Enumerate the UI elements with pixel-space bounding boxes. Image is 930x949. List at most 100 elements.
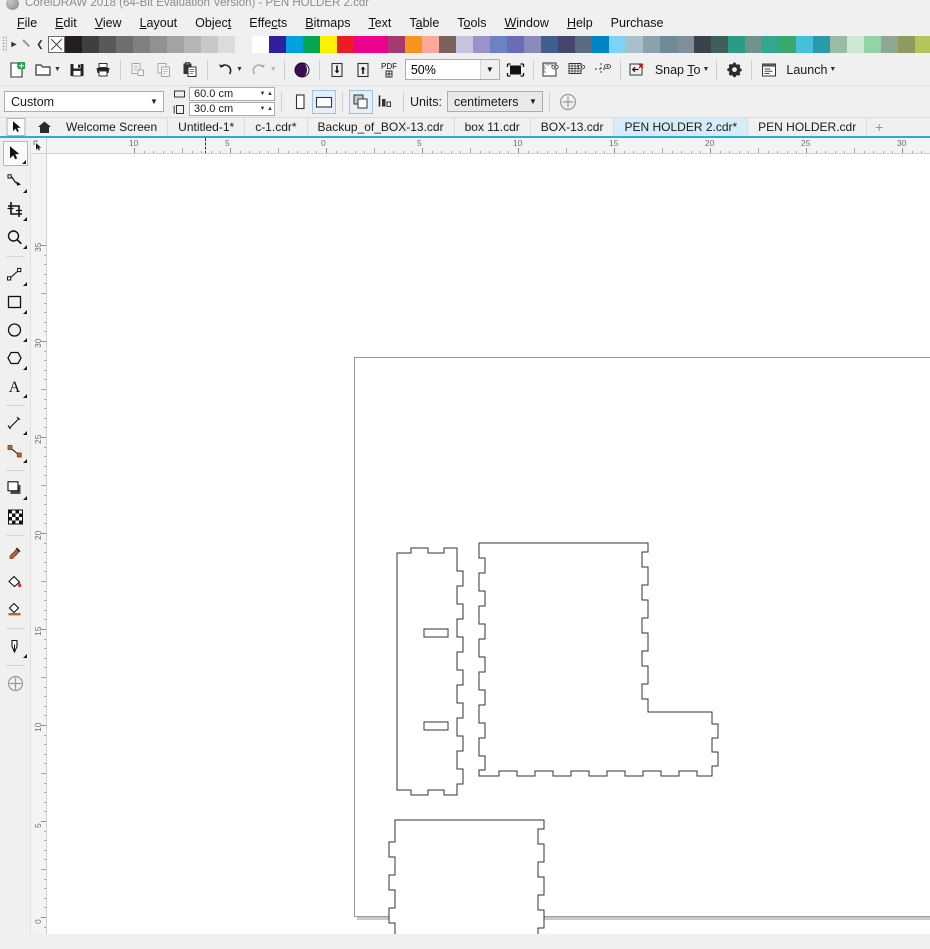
palette-swatch[interactable]	[524, 35, 541, 53]
palette-swatch[interactable]	[609, 35, 626, 53]
palette-swatch[interactable]	[303, 35, 320, 53]
menu-help[interactable]: Help	[558, 14, 602, 32]
palette-swatch[interactable]	[371, 35, 388, 53]
palette-drag-grip[interactable]	[2, 36, 7, 52]
shape-tool[interactable]	[3, 169, 28, 194]
menu-window[interactable]: Window	[495, 14, 557, 32]
palette-swatch[interactable]	[762, 35, 779, 53]
menu-file[interactable]: FFileile	[8, 14, 46, 32]
page-height-spinner[interactable]: ▼ ▲	[259, 103, 273, 115]
palette-swatch[interactable]	[558, 35, 575, 53]
palette-swatch[interactable]	[252, 35, 269, 53]
palette-swatch[interactable]	[150, 35, 167, 53]
parallel-dimension-tool[interactable]	[3, 411, 28, 436]
ellipse-tool[interactable]	[3, 318, 28, 343]
fill-tool[interactable]	[3, 671, 28, 696]
menu-layout[interactable]: Layout	[131, 14, 187, 32]
rectangle-tool[interactable]	[3, 290, 28, 315]
options-button[interactable]	[721, 57, 747, 83]
palette-eyedropper-icon[interactable]	[21, 37, 33, 51]
crop-tool-flyout-icon[interactable]	[22, 217, 27, 221]
orientation-portrait-button[interactable]	[288, 90, 312, 114]
document-tab-box-11[interactable]: box 11.cdr	[455, 118, 531, 136]
page-height-field[interactable]: 30.0 cm ▼ ▲	[189, 102, 275, 116]
menu-bitmaps[interactable]: Bitmaps	[296, 14, 359, 32]
tab-pick-tool-icon[interactable]	[0, 118, 32, 136]
document-tab-backup-of-box-13[interactable]: Backup_of_BOX-13.cdr	[308, 118, 455, 136]
undo-button[interactable]	[212, 57, 238, 83]
palette-swatch[interactable]	[711, 35, 728, 53]
palette-swatch[interactable]	[320, 35, 337, 53]
document-tab-c-1[interactable]: c-1.cdr*	[245, 118, 308, 136]
page-preset-dropdown-icon[interactable]: ▼	[145, 97, 163, 106]
snap-to-label[interactable]: Snap To	[651, 63, 705, 77]
palette-swatch[interactable]	[490, 35, 507, 53]
import-button[interactable]	[324, 57, 350, 83]
document-tab-welcome-screen[interactable]: Welcome Screen	[56, 118, 169, 136]
palette-swatch[interactable]	[388, 35, 405, 53]
units-select[interactable]: centimeters ▼	[446, 91, 543, 112]
text-tool-flyout-icon[interactable]	[22, 394, 27, 398]
palette-swatch[interactable]	[439, 35, 456, 53]
palette-swatch-list[interactable]	[65, 35, 930, 53]
zoom-tool-flyout-icon[interactable]	[22, 245, 27, 249]
palette-swatch[interactable]	[354, 35, 371, 53]
launch-button[interactable]	[756, 57, 782, 83]
freehand-tool-flyout-icon[interactable]	[22, 282, 27, 286]
palette-swatch[interactable]	[201, 35, 218, 53]
palette-swatch[interactable]	[779, 35, 796, 53]
no-color-swatch[interactable]	[48, 35, 65, 53]
palette-swatch[interactable]	[830, 35, 847, 53]
snap-to-icon[interactable]	[625, 57, 651, 83]
orientation-landscape-button[interactable]	[312, 89, 336, 114]
text-tool[interactable]: A	[3, 374, 28, 399]
drop-shadow-tool[interactable]	[3, 476, 28, 501]
palette-swatch[interactable]	[184, 35, 201, 53]
palette-swatch[interactable]	[915, 35, 930, 53]
palette-swatch[interactable]	[898, 35, 915, 53]
palette-swatch[interactable]	[677, 35, 694, 53]
palette-scroll-left-icon[interactable]: ❮	[35, 39, 45, 50]
paste-button[interactable]	[177, 57, 203, 83]
palette-swatch[interactable]	[728, 35, 745, 53]
outline-tool[interactable]	[3, 634, 28, 659]
vertical-ruler[interactable]: 35 30 25 20 15 10 5 0	[31, 154, 47, 934]
menu-purchase[interactable]: Purchase	[602, 14, 673, 32]
cut-button[interactable]	[125, 57, 151, 83]
document-tab-untitled-1[interactable]: Untitled-1*	[168, 118, 246, 136]
palette-swatch[interactable]	[218, 35, 235, 53]
launch-label[interactable]: Launch	[782, 63, 831, 77]
document-tab-pen-holder[interactable]: PEN HOLDER.cdr	[748, 118, 868, 136]
palette-swatch[interactable]	[592, 35, 609, 53]
smart-fill-tool[interactable]	[3, 597, 28, 622]
copy-button[interactable]	[151, 57, 177, 83]
parallel-dimension-tool-flyout-icon[interactable]	[22, 431, 27, 435]
palette-swatch[interactable]	[99, 35, 116, 53]
freehand-tool[interactable]	[3, 262, 28, 287]
welcome-home-icon[interactable]	[32, 118, 56, 136]
menu-text[interactable]: Text	[359, 14, 400, 32]
drop-shadow-tool-flyout-icon[interactable]	[22, 496, 27, 500]
palette-swatch[interactable]	[167, 35, 184, 53]
ellipse-tool-flyout-icon[interactable]	[22, 338, 27, 342]
zoom-level-input[interactable]	[405, 60, 480, 79]
all-pages-button[interactable]	[349, 89, 373, 114]
print-button[interactable]	[90, 57, 116, 83]
palette-swatch[interactable]	[65, 35, 82, 53]
palette-swatch[interactable]	[660, 35, 677, 53]
menu-edit[interactable]: Edit	[46, 14, 86, 32]
corel-connect-button[interactable]	[289, 57, 315, 83]
full-screen-preview-button[interactable]	[503, 57, 529, 83]
menu-table[interactable]: Table	[400, 14, 448, 32]
outline-tool-flyout-icon[interactable]	[22, 654, 27, 658]
palette-swatch[interactable]	[847, 35, 864, 53]
show-guidelines-button[interactable]	[590, 57, 616, 83]
publish-pdf-button[interactable]: PDF	[376, 57, 402, 83]
zoom-tool[interactable]	[3, 225, 28, 250]
document-tab-pen-holder-2[interactable]: PEN HOLDER 2.cdr*	[614, 118, 749, 136]
straight-line-connector-tool-flyout-icon[interactable]	[22, 459, 27, 463]
menu-view[interactable]: View	[86, 14, 131, 32]
polygon-tool[interactable]	[3, 346, 28, 371]
shape-tool-flyout-icon[interactable]	[22, 189, 27, 193]
palette-swatch[interactable]	[286, 35, 303, 53]
